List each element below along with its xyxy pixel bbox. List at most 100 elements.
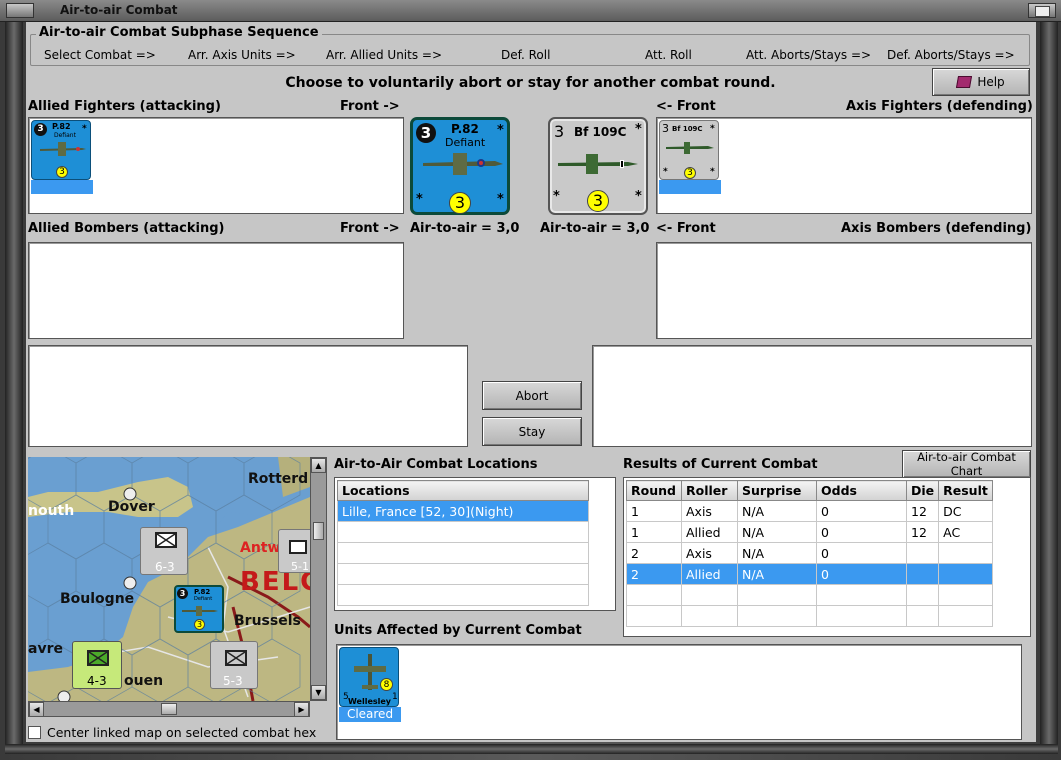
seq-step-select-combat: Select Combat => [44, 48, 156, 62]
results-cell: N/A [737, 563, 817, 585]
location-row[interactable]: Lille, France [52, 30](Night) [337, 500, 589, 522]
map-fighter-counter[interactable]: 3 P.82 Defiant 3 [174, 585, 224, 633]
affected-unit-strength: 8 [380, 678, 393, 691]
results-row[interactable]: 1 Allied N/A 0 12 AC [626, 521, 994, 543]
bf109-plane-large-icon [558, 154, 638, 174]
affected-unit-right: 1 [392, 692, 398, 702]
results-list[interactable]: Round Roller Surprise Odds Die Result 1 … [623, 477, 1031, 637]
locations-list[interactable]: Locations Lille, France [52, 30](Night) [334, 477, 616, 611]
linked-map[interactable]: Rotterd Dover nouth Antw BELG Boulogne B… [28, 457, 310, 701]
air-to-air-chart-button[interactable]: Air-to-air Combat Chart [902, 450, 1031, 478]
location-row[interactable] [337, 563, 589, 585]
scroll-up-icon[interactable]: ▲ [311, 458, 326, 473]
map-fighter-name-top: P.82 [194, 588, 211, 596]
map-horizontal-scrollbar[interactable]: ◀ ▶ [28, 701, 310, 717]
counter-rating: 3 [34, 123, 47, 136]
map-unit-value: 5-3 [223, 674, 243, 688]
large-counter-name-top: P.82 [451, 122, 479, 136]
results-row[interactable] [626, 584, 994, 606]
scroll-thumb[interactable] [313, 522, 324, 540]
map-unit-counter[interactable]: 6-3 [140, 527, 188, 575]
axis-counter-strength: 3 [684, 167, 696, 179]
affected-bomber-counter[interactable]: 8 5 1 Wellesley [339, 647, 399, 707]
selection-strip [659, 180, 721, 194]
results-row[interactable]: 2 Axis N/A 0 [626, 542, 994, 564]
results-row[interactable] [626, 605, 994, 627]
scroll-right-icon[interactable]: ▶ [294, 702, 309, 717]
allied-fighter-counter[interactable]: 3 P.82 Defiant 3 * [31, 120, 91, 180]
stay-button[interactable]: Stay [482, 417, 582, 446]
axis-counter-rating: 3 [662, 122, 669, 135]
results-cell: 0 [816, 500, 907, 522]
results-cell: 2 [626, 563, 682, 585]
seq-step-arr-allied: Arr. Allied Units => [326, 48, 443, 62]
map-city-le-havre: avre [28, 641, 63, 657]
scroll-down-icon[interactable]: ▼ [311, 685, 326, 700]
results-row[interactable]: 2 Allied N/A 0 [626, 563, 994, 585]
scroll-thumb[interactable] [161, 703, 177, 715]
results-cell: Allied [681, 563, 738, 585]
results-cell: 0 [816, 521, 907, 543]
results-cell: Axis [681, 542, 738, 564]
axis-bombers-list[interactable] [656, 242, 1032, 339]
results-cell: Allied [681, 521, 738, 543]
axis-bombers-front: <- Front [656, 221, 716, 236]
defiant-plane-large-icon [423, 153, 503, 175]
axis-fighters-label: Axis Fighters (defending) [846, 99, 1033, 114]
allied-fighters-list[interactable]: 3 P.82 Defiant 3 * [28, 117, 404, 214]
map-city-dover: Dover [108, 499, 155, 515]
allied-fighter-large-counter[interactable]: 3 P.82 Defiant 3 * * * [410, 117, 510, 215]
infantry-icon [87, 650, 109, 666]
map-city-boulogne: Boulogne [60, 591, 135, 607]
axis-counter-star-bl: * [663, 167, 668, 177]
large-axis-strength: 3 [587, 190, 609, 212]
axis-counter-star-tr: * [710, 124, 715, 134]
axis-fighter-counter[interactable]: 3 Bf 109C 3 * * * [659, 120, 719, 180]
window-menu-icon[interactable] [6, 3, 34, 18]
results-header-result: Result [938, 480, 994, 501]
results-cell: Axis [681, 500, 738, 522]
counter-name-top: P.82 [52, 122, 71, 131]
results-table: Round Roller Surprise Odds Die Result 1 … [626, 480, 994, 627]
map-vertical-scrollbar[interactable]: ▲ ▼ [310, 457, 327, 701]
results-cell: AC [938, 521, 994, 543]
results-header-round: Round [626, 480, 682, 501]
large-axis-star-bl: * [553, 189, 560, 204]
infantry-icon [225, 650, 247, 666]
results-title: Results of Current Combat [623, 457, 818, 472]
map-unit-value: 5-1 [291, 560, 309, 573]
locations-table: Locations Lille, France [52, 30](Night) [337, 480, 589, 606]
results-cell: 1 [626, 500, 682, 522]
affected-units-list[interactable]: 8 5 1 Wellesley Cleared [336, 644, 1022, 740]
help-button[interactable]: Help [932, 68, 1030, 96]
seq-step-def-roll: Def. Roll [501, 48, 551, 62]
close-icon[interactable] [1028, 3, 1056, 18]
center-map-checkbox[interactable] [28, 726, 41, 739]
seq-step-arr-axis: Arr. Axis Units => [188, 48, 296, 62]
map-city-brussels: Brussels [234, 613, 301, 629]
counter-star: * [82, 124, 87, 134]
results-row[interactable]: 1 Axis N/A 0 12 DC [626, 500, 994, 522]
map-unit-counter[interactable]: 4-3 [72, 641, 122, 689]
location-row[interactable] [337, 584, 589, 606]
abort-button[interactable]: Abort [482, 381, 582, 410]
axis-fighters-list[interactable]: 3 Bf 109C 3 * * * [656, 117, 1032, 214]
axis-counter-star-br: * [710, 167, 715, 177]
map-unit-counter[interactable]: 5-3 [210, 641, 258, 689]
title-bar[interactable]: Air-to-air Combat [0, 0, 1061, 22]
allied-bombers-list[interactable] [28, 242, 404, 339]
axis-info-box [592, 345, 1032, 447]
map-unit-value: 6-3 [155, 560, 175, 574]
seq-step-att-aborts: Att. Aborts/Stays => [746, 48, 872, 62]
location-row[interactable] [337, 521, 589, 543]
map-city-plymouth: nouth [28, 503, 75, 519]
axis-fighter-large-counter[interactable]: 3 Bf 109C 3 * * * [548, 117, 648, 215]
map-unit-counter[interactable]: 5-1 [278, 529, 310, 573]
infantry-icon [289, 540, 307, 554]
scroll-left-icon[interactable]: ◀ [29, 702, 44, 717]
location-row[interactable] [337, 542, 589, 564]
window-title: Air-to-air Combat [60, 3, 178, 17]
defiant-plane-icon [40, 142, 86, 156]
large-counter-name-bottom: Defiant [445, 136, 486, 149]
map-city-antwerp: Antw [240, 540, 281, 556]
